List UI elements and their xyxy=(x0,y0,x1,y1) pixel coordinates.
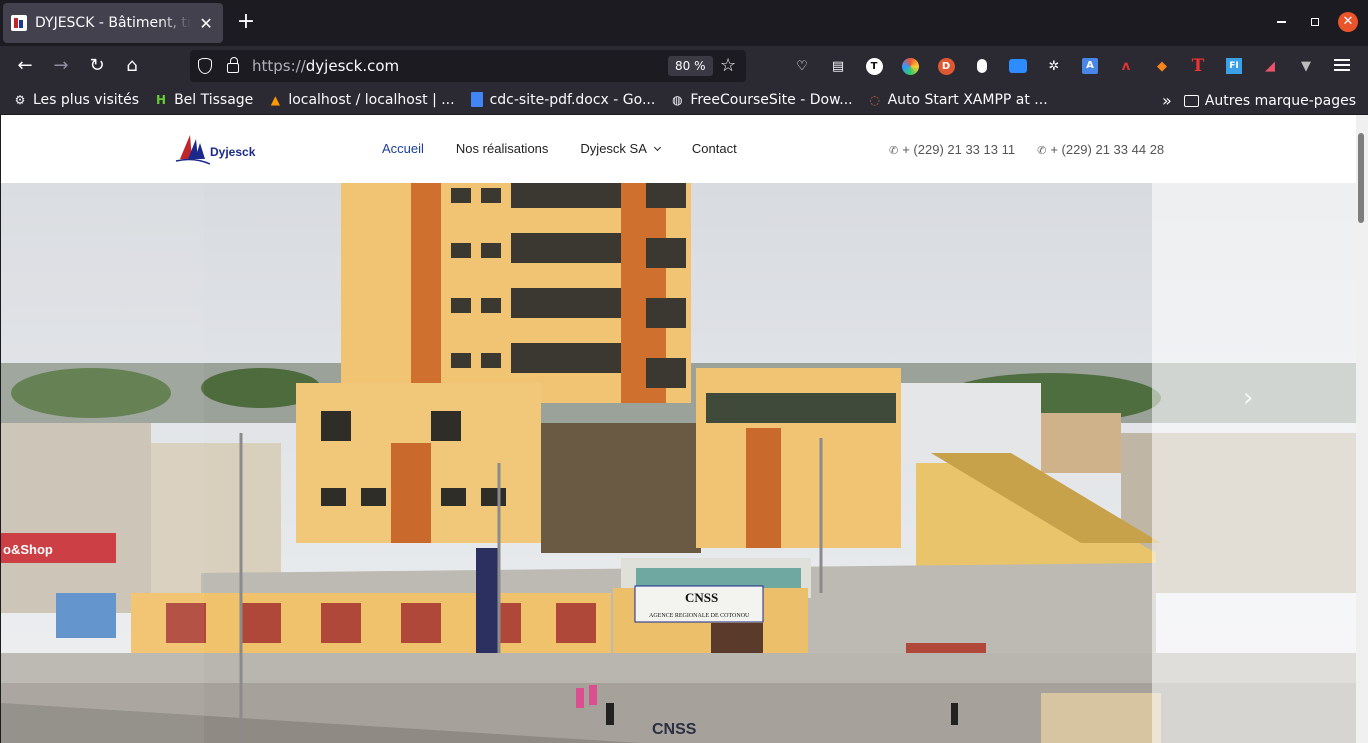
pocket-icon[interactable]: ♡ xyxy=(790,54,814,78)
fi-extension-icon[interactable]: FI xyxy=(1222,54,1246,78)
slider-next-chevron-icon[interactable]: › xyxy=(1243,383,1253,413)
nav-link-company-label: Dyjesck SA xyxy=(580,141,647,156)
phone-number: + (229) 21 33 44 28 xyxy=(1050,142,1165,157)
close-tab-icon[interactable]: ✕ xyxy=(197,14,215,33)
web-page: Dyjesck Accueil Nos réalisations Dyjesck… xyxy=(1,115,1356,743)
menu-hamburger-icon[interactable] xyxy=(1334,56,1350,74)
site-favicon-icon xyxy=(11,15,27,31)
h-logo-icon: H xyxy=(156,93,167,107)
hero-slider: o&Shop CNSS AGENCE REGIONALE DE COTONOU … xyxy=(1,183,1356,743)
bookmarks-bar: ⚙ Les plus visités H Bel Tissage ▲ local… xyxy=(0,86,1368,114)
maximize-button[interactable] xyxy=(1305,12,1325,32)
cnss-sign-subtitle: AGENCE REGIONALE DE COTONOU xyxy=(649,613,750,619)
minimize-button[interactable] xyxy=(1271,12,1291,32)
zoom-indicator[interactable]: 80 % xyxy=(668,56,713,76)
docs-icon xyxy=(469,92,485,108)
globe-icon: ◍ xyxy=(672,93,683,107)
bookmark-xampp[interactable]: ◌ Auto Start XAMPP at ... xyxy=(867,92,1048,108)
nav-link-contact[interactable]: Contact xyxy=(692,141,737,156)
translate-icon[interactable]: A xyxy=(1078,54,1102,78)
phpmyadmin-icon: ▲ xyxy=(270,93,280,107)
loading-icon: ◌ xyxy=(869,93,880,107)
other-bookmarks-label[interactable]: Autres marque-pages xyxy=(1205,93,1356,109)
url-scheme: https:// xyxy=(252,57,306,75)
gear-icon: ⚙ xyxy=(14,93,26,107)
phone-1[interactable]: ✆ + (229) 21 33 13 11 xyxy=(889,142,1015,157)
site-nav: Accueil Nos réalisations Dyjesck SA Cont… xyxy=(382,141,769,156)
bookmark-star-icon[interactable]: ☆ xyxy=(720,55,736,76)
zoom-video-icon[interactable] xyxy=(1006,54,1030,78)
url-host: dyjesck.com xyxy=(305,57,400,75)
bookmark-most-visited[interactable]: ⚙ Les plus visités xyxy=(12,92,139,108)
chevron-down-icon xyxy=(653,143,661,152)
nav-link-projects[interactable]: Nos réalisations xyxy=(456,141,549,156)
cnss-sign-title: CNSS xyxy=(685,590,718,605)
close-window-button[interactable]: ✕ xyxy=(1338,12,1358,32)
t-red-extension-icon[interactable]: T xyxy=(1186,54,1210,78)
phone-2[interactable]: ✆ + (229) 21 33 44 28 xyxy=(1037,142,1164,157)
bookmark-label: FreeCourseSite - Dow... xyxy=(690,92,853,108)
bookmark-label: localhost / localhost | ... xyxy=(288,92,455,108)
site-logo[interactable]: Dyjesck xyxy=(174,129,256,169)
lock-icon[interactable] xyxy=(227,57,239,73)
vue-devtools-icon[interactable]: ▼ xyxy=(1294,54,1318,78)
tracking-protection-icon[interactable] xyxy=(198,58,212,74)
home-button[interactable]: ⌂ xyxy=(120,54,144,78)
new-tab-button[interactable]: + xyxy=(234,11,258,35)
bookmark-bel-tissage[interactable]: H Bel Tissage xyxy=(153,92,253,108)
hero-caption: CNSS xyxy=(652,721,697,738)
tab-title: DYJESCK - Bâtiment, travaux publics xyxy=(35,15,192,31)
page-scrollbar-thumb[interactable] xyxy=(1358,133,1364,223)
tab-strip: DYJESCK - Bâtiment, travaux publics ✕ + … xyxy=(0,0,1368,46)
maximize-icon xyxy=(1311,18,1319,26)
bookmark-label: Auto Start XAMPP at ... xyxy=(887,92,1048,108)
back-button[interactable]: ← xyxy=(13,54,37,78)
reader-view-icon[interactable]: ▤ xyxy=(826,54,850,78)
duckduckgo-icon[interactable]: D xyxy=(934,54,958,78)
bookmark-label: Bel Tissage xyxy=(174,92,254,108)
bookmarks-overflow: » Autres marque-pages xyxy=(1162,91,1356,110)
bookmark-label: Les plus visités xyxy=(33,92,140,108)
minimize-icon xyxy=(1276,21,1286,23)
navigation-toolbar: ← → ↻ ⌂ https://dyjesck.com 80 % ☆ ♡ ▤ T… xyxy=(0,46,1368,86)
mouse-icon[interactable] xyxy=(970,54,994,78)
red-extension-icon[interactable]: ʌ xyxy=(1114,54,1138,78)
color-picker-icon[interactable] xyxy=(898,54,922,78)
nav-link-home[interactable]: Accueil xyxy=(382,141,424,156)
forward-button[interactable]: → xyxy=(49,54,73,78)
metamask-fox-icon[interactable]: ◆ xyxy=(1150,54,1174,78)
phone-icon: ✆ xyxy=(1037,145,1047,157)
bookmark-localhost[interactable]: ▲ localhost / localhost | ... xyxy=(267,92,455,108)
nav-link-company[interactable]: Dyjesck SA xyxy=(580,141,661,156)
bookmark-cdc-doc[interactable]: cdc-site-pdf.docx - Go... xyxy=(469,92,656,108)
url-bar[interactable]: https://dyjesck.com 80 % ☆ xyxy=(190,50,746,82)
folder-icon xyxy=(1183,94,1199,107)
extension-toolbar: ♡ ▤ T D ✲ A ʌ ◆ T FI ◢ ▼ xyxy=(790,54,1330,78)
react-devtools-icon[interactable]: ✲ xyxy=(1042,54,1066,78)
bookmark-freecoursesite[interactable]: ◍ FreeCourseSite - Dow... xyxy=(669,92,853,108)
site-header: Dyjesck Accueil Nos réalisations Dyjesck… xyxy=(1,115,1356,183)
phone-icon: ✆ xyxy=(889,145,899,157)
chevron-double-right-icon[interactable]: » xyxy=(1162,91,1172,110)
browser-tab[interactable]: DYJESCK - Bâtiment, travaux publics ✕ xyxy=(3,3,223,43)
reload-button[interactable]: ↻ xyxy=(85,54,109,78)
contact-phones: ✆ + (229) 21 33 13 11 ✆ + (229) 21 33 44 2… xyxy=(889,142,1186,157)
logo-text: Dyjesck xyxy=(210,145,256,159)
url-text[interactable]: https://dyjesck.com xyxy=(252,57,399,75)
extension-t-icon[interactable]: T xyxy=(862,54,886,78)
bookmark-label: cdc-site-pdf.docx - Go... xyxy=(489,92,656,108)
hero-photo: o&Shop CNSS AGENCE REGIONALE DE COTONOU xyxy=(1,183,1356,743)
phone-number: + (229) 21 33 13 11 xyxy=(902,142,1016,157)
eraser-icon[interactable]: ◢ xyxy=(1258,54,1282,78)
